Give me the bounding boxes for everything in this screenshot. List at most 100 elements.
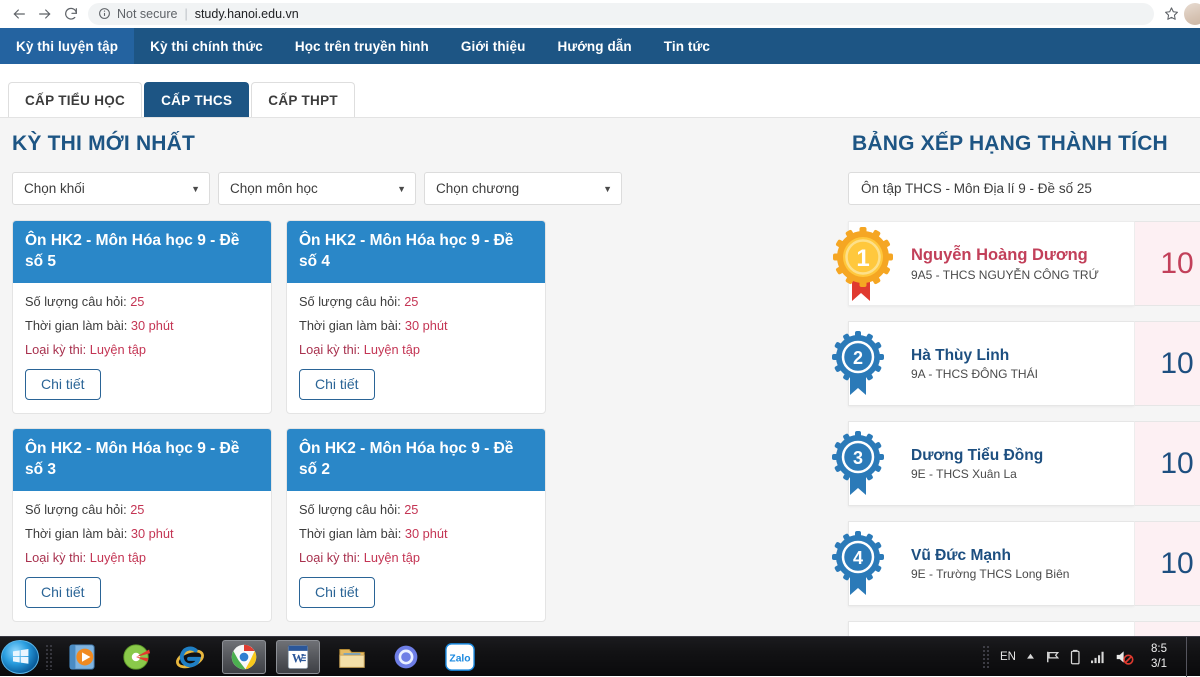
leaderboard-row[interactable]: 2 Hà Thùy Linh 9A - THCS ĐÔNG THÁI 10	[848, 321, 1200, 406]
leaderboard-section: BẢNG XẾP HẠNG THÀNH TÍCH Ôn tập THCS - M…	[826, 118, 1200, 674]
media-player-icon[interactable]	[60, 640, 104, 674]
exam-type-label: Loại kỳ thi:	[25, 342, 86, 357]
nav-item-ky-thi-luyen-tap[interactable]: Kỳ thi luyện tập	[0, 28, 134, 64]
page-title: KỲ THI MỚI NHẤT	[12, 132, 816, 156]
medal-gold-icon: 1	[830, 225, 902, 303]
leaderboard-student-name: Dương Tiểu Đồng	[911, 446, 1043, 465]
medal-rank-number: 4	[853, 548, 863, 568]
file-explorer-icon[interactable]	[330, 640, 374, 674]
leaderboard-score: 10	[1134, 521, 1200, 606]
language-indicator[interactable]: EN	[1000, 651, 1016, 663]
exam-type-label: Loại kỳ thi:	[299, 550, 360, 565]
exam-duration-row: Thời gian làm bài: 30 phút	[25, 526, 259, 541]
detail-button[interactable]: Chi tiết	[25, 369, 101, 400]
nav-item-hoc-tren-truyen-hinh[interactable]: Học trên truyền hình	[279, 28, 445, 64]
site-navigation: Kỳ thi luyện tập Kỳ thi chính thức Học t…	[0, 28, 1200, 64]
exam-card-body: Số lượng câu hỏi: 25 Thời gian làm bài: …	[13, 283, 271, 413]
leaderboard-student-school: 9E - Trường THCS Long Biên	[911, 567, 1069, 581]
nav-item-huong-dan[interactable]: Hướng dẫn	[541, 28, 647, 64]
exam-duration-row: Thời gian làm bài: 30 phút	[299, 526, 533, 541]
tab-label: CẤP THCS	[161, 93, 232, 108]
leaderboard-student-school: 9A5 - THCS NGUYỄN CÔNG TRỨ	[911, 268, 1099, 282]
exam-duration-label: Thời gian làm bài:	[299, 526, 401, 541]
select-khoi[interactable]: Chọn khối ▼	[12, 172, 210, 205]
exam-card[interactable]: Ôn HK2 - Môn Hóa học 9 - Đề số 4 Số lượn…	[286, 220, 546, 414]
exam-questions-value: 25	[130, 294, 144, 309]
tab-cap-thcs[interactable]: CẤP THCS	[144, 82, 249, 118]
battery-icon[interactable]	[1070, 649, 1081, 665]
exam-card-body: Số lượng câu hỏi: 25 Thời gian làm bài: …	[13, 491, 271, 621]
exam-questions-label: Số lượng câu hỏi:	[299, 294, 401, 309]
star-icon[interactable]	[1160, 3, 1182, 25]
chevron-down-icon: ▼	[191, 184, 200, 194]
exam-questions-value: 25	[404, 502, 418, 517]
nav-label: Kỳ thi chính thức	[150, 39, 263, 54]
back-icon[interactable]	[6, 1, 32, 27]
show-desktop-button[interactable]	[1186, 637, 1196, 677]
clock[interactable]: 8:5 3/1	[1145, 642, 1173, 672]
nav-item-gioi-thieu[interactable]: Giới thiệu	[445, 28, 542, 64]
nav-label: Tin tức	[664, 39, 710, 54]
windows-taskbar: W Zalo	[0, 636, 1200, 676]
nav-label: Kỳ thi luyện tập	[16, 39, 118, 54]
google-chrome-icon[interactable]	[222, 640, 266, 674]
address-bar[interactable]: Not secure | study.hanoi.edu.vn	[88, 3, 1154, 25]
page-content: KỲ THI MỚI NHẤT Chọn khối ▼ Chọn môn học…	[0, 118, 1200, 674]
exam-type-label: Loại kỳ thi:	[299, 342, 360, 357]
select-mon-hoc[interactable]: Chọn môn học ▼	[218, 172, 416, 205]
leaderboard-list: 1 Nguyễn Hoàng Dương 9A5 - THCS NGUYỄN C…	[848, 221, 1200, 674]
exam-card-title: Ôn HK2 - Môn Hóa học 9 - Đề số 3	[13, 429, 271, 491]
exam-type-value: Luyện tập	[364, 342, 420, 357]
exam-questions-label: Số lượng câu hỏi:	[25, 502, 127, 517]
clock-time: 8:5	[1145, 642, 1173, 657]
cococ-browser-icon[interactable]	[384, 640, 428, 674]
reload-icon[interactable]	[58, 1, 84, 27]
exam-card[interactable]: Ôn HK2 - Môn Hóa học 9 - Đề số 2 Số lượn…	[286, 428, 546, 622]
disc-burner-icon[interactable]	[114, 640, 158, 674]
exam-type-value: Luyện tập	[364, 550, 420, 565]
exam-questions-value: 25	[130, 502, 144, 517]
exam-duration-label: Thời gian làm bài:	[25, 526, 127, 541]
tab-label: CẤP THPT	[268, 93, 338, 108]
tab-cap-tieu-hoc[interactable]: CẤP TIỂU HỌC	[8, 82, 142, 118]
url-text: study.hanoi.edu.vn	[195, 7, 299, 21]
leaderboard-score: 10	[1134, 321, 1200, 406]
select-chuong-value: Chọn chương	[436, 181, 519, 196]
nav-item-ky-thi-chinh-thuc[interactable]: Kỳ thi chính thức	[134, 28, 279, 64]
exam-card-grid: Ôn HK2 - Môn Hóa học 9 - Đề số 5 Số lượn…	[8, 220, 816, 674]
exam-questions-value: 25	[404, 294, 418, 309]
exam-duration-value: 30 phút	[131, 526, 174, 541]
tab-cap-thpt[interactable]: CẤP THPT	[251, 82, 355, 118]
windows-start-icon[interactable]	[1, 640, 39, 674]
internet-explorer-icon[interactable]	[168, 640, 212, 674]
avatar[interactable]	[1184, 3, 1200, 25]
forward-icon[interactable]	[32, 1, 58, 27]
select-chuong[interactable]: Chọn chương ▼	[424, 172, 622, 205]
nav-label: Hướng dẫn	[557, 39, 631, 54]
nav-item-tin-tuc[interactable]: Tin tức	[648, 28, 726, 64]
zalo-icon[interactable]: Zalo	[438, 640, 482, 674]
leaderboard-row[interactable]: 3 Dương Tiểu Đồng 9E - THCS Xuân La 10	[848, 421, 1200, 506]
exam-type-row: Loại kỳ thi: Luyện tập	[25, 550, 259, 565]
chevron-up-icon[interactable]	[1025, 651, 1036, 662]
exam-card[interactable]: Ôn HK2 - Môn Hóa học 9 - Đề số 5 Số lượn…	[12, 220, 272, 414]
exam-duration-value: 30 phút	[405, 318, 448, 333]
leaderboard-exam-select[interactable]: Ôn tập THCS - Môn Địa lí 9 - Đề số 25	[848, 172, 1200, 205]
detail-button[interactable]: Chi tiết	[299, 369, 375, 400]
signal-bars-icon[interactable]	[1090, 650, 1106, 664]
tray-grip	[982, 645, 991, 669]
medal-blue-icon: 3	[830, 429, 894, 499]
medal-rank-number: 3	[853, 448, 863, 468]
exam-questions-row: Số lượng câu hỏi: 25	[25, 294, 259, 309]
chevron-down-icon: ▼	[603, 184, 612, 194]
detail-button[interactable]: Chi tiết	[299, 577, 375, 608]
exam-card[interactable]: Ôn HK2 - Môn Hóa học 9 - Đề số 3 Số lượn…	[12, 428, 272, 622]
exam-duration-value: 30 phút	[131, 318, 174, 333]
select-mon-hoc-value: Chọn môn học	[230, 181, 318, 196]
microsoft-word-icon[interactable]: W	[276, 640, 320, 674]
leaderboard-row[interactable]: 4 Vũ Đức Mạnh 9E - Trường THCS Long Biên…	[848, 521, 1200, 606]
leaderboard-row[interactable]: 1 Nguyễn Hoàng Dương 9A5 - THCS NGUYỄN C…	[848, 221, 1200, 306]
network-flag-icon[interactable]	[1045, 650, 1061, 664]
volume-muted-icon[interactable]	[1115, 649, 1134, 665]
detail-button[interactable]: Chi tiết	[25, 577, 101, 608]
